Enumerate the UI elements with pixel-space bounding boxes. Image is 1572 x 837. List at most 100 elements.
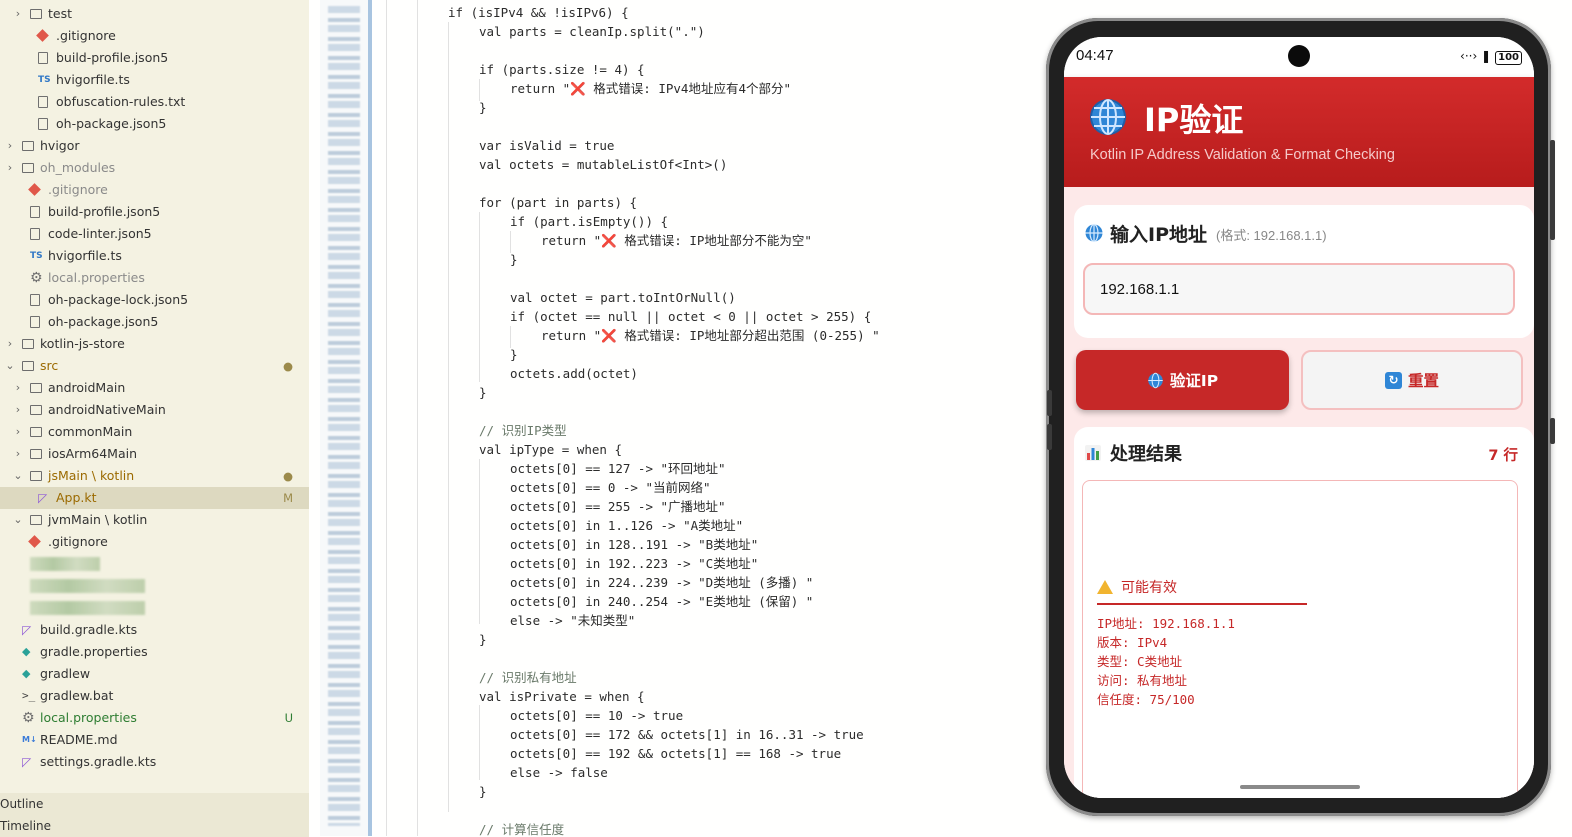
tree-item[interactable]: › commonMain — [0, 421, 309, 443]
folder-icon — [30, 427, 42, 437]
tree-item-label: .gitignore — [48, 182, 108, 197]
tree-item[interactable]: › hvigor — [0, 135, 309, 157]
result-title: 处理结果 — [1110, 444, 1182, 465]
tree-item[interactable]: .gitignore — [0, 179, 309, 201]
folder-icon — [30, 383, 42, 393]
tree-item-label: androidMain — [48, 380, 126, 395]
globe-icon — [1148, 372, 1163, 388]
result-line: 版本: IPv4 — [1097, 635, 1168, 650]
battery-icon: 100 — [1495, 51, 1522, 65]
git-status-badge: ● — [282, 359, 293, 373]
home-indicator[interactable] — [1240, 785, 1360, 789]
tree-item[interactable]: › kotlin-js-store — [0, 333, 309, 355]
tree-item[interactable]: oh-package.json5 — [0, 113, 309, 135]
tree-item[interactable]: › test — [0, 3, 309, 25]
tree-item-label: .gitignore — [56, 28, 116, 43]
reset-button[interactable]: ↻ 重置 — [1301, 350, 1523, 410]
code-line: return "❌ 格式错误: IPv4地址应有4个部分" — [510, 81, 792, 96]
elephant-icon: ◆ — [22, 667, 31, 680]
tree-item-label: kotlin-js-store — [40, 336, 125, 351]
code-line: octets[0] == 255 -> "广播地址" — [510, 499, 726, 514]
tree-item[interactable]: ⌄ jsMain \ kotlin ● — [0, 465, 309, 487]
tree-item[interactable]: oh-package-lock.json5 — [0, 289, 309, 311]
tree-item[interactable]: obfuscation-rules.txt — [0, 91, 309, 113]
tree-item[interactable]: ⚙ local.properties — [0, 267, 309, 289]
app-subtitle: Kotlin IP Address Validation & Format Ch… — [1090, 147, 1395, 163]
tree-item[interactable]: ⌄ src ● — [0, 355, 309, 377]
tree-item[interactable]: › androidNativeMain — [0, 399, 309, 421]
tree-item[interactable] — [0, 597, 309, 619]
tree-item[interactable]: ◆ gradlew — [0, 663, 309, 685]
tree-item[interactable]: ◸ settings.gradle.kts — [0, 751, 309, 773]
code-line: } — [479, 385, 487, 400]
chevron-down-icon[interactable]: ⌄ — [4, 355, 16, 377]
tree-item[interactable]: .gitignore — [0, 25, 309, 47]
indent-guide — [479, 459, 480, 624]
tree-item[interactable]: build-profile.json5 — [0, 201, 309, 223]
code-line: return "❌ 格式错误: IP地址部分超出范围 (0-255) " — [541, 328, 880, 343]
tree-item[interactable]: ◸ App.kt M — [0, 487, 309, 509]
minimap[interactable] — [320, 0, 372, 836]
ip-address-input[interactable] — [1083, 263, 1515, 315]
tree-item[interactable]: build-profile.json5 — [0, 47, 309, 69]
code-line: // 计算信任度 — [479, 822, 565, 836]
tree-item-label: oh-package-lock.json5 — [48, 292, 189, 307]
chevron-right-icon[interactable]: › — [12, 443, 24, 465]
phone-side-button — [1047, 390, 1052, 416]
tree-item-label: build.gradle.kts — [40, 622, 138, 637]
folder-icon — [22, 163, 34, 173]
code-line: octets.add(octet) — [510, 366, 638, 381]
chevron-right-icon[interactable]: › — [12, 399, 24, 421]
code-line: if (octet == null || octet < 0 || octet … — [510, 309, 872, 324]
code-line: return "❌ 格式错误: IP地址部分不能为空" — [541, 233, 812, 248]
chevron-right-icon[interactable]: › — [4, 333, 16, 355]
tree-item[interactable]: code-linter.json5 — [0, 223, 309, 245]
file-explorer: › test .gitignore build-profile.json5 TS hvig… — [0, 0, 309, 837]
validate-ip-button[interactable]: 验证IP — [1076, 350, 1289, 410]
tree-item[interactable]: › iosArm64Main — [0, 443, 309, 465]
code-line: } — [479, 784, 487, 799]
tree-item[interactable]: TS hvigorfile.ts — [0, 245, 309, 267]
code-line: octets[0] == 10 -> true — [510, 708, 684, 723]
indent-guide — [417, 0, 418, 836]
tree-item-label: gradlew.bat — [40, 688, 114, 703]
chevron-down-icon[interactable]: ⌄ — [12, 465, 24, 487]
kotlin-icon: ◸ — [38, 491, 48, 505]
tree-item[interactable]: oh-package.json5 — [0, 311, 309, 333]
file-icon — [30, 316, 40, 328]
tree-item[interactable]: ◆ gradle.properties — [0, 641, 309, 663]
tree-item[interactable]: › oh_modules — [0, 157, 309, 179]
tree-item[interactable]: M↓ README.md — [0, 729, 309, 751]
chevron-right-icon[interactable]: › — [4, 157, 16, 179]
kotlin-icon: ◸ — [22, 755, 32, 769]
chevron-right-icon[interactable]: › — [12, 421, 24, 443]
tree-item-label: oh_modules — [40, 160, 116, 175]
tree-item[interactable]: ⌄ jvmMain \ kotlin — [0, 509, 309, 531]
reset-button-label: 重置 — [1407, 372, 1439, 390]
outline-section[interactable]: Outline — [0, 793, 309, 815]
tree-item[interactable]: .gitignore — [0, 531, 309, 553]
chevron-right-icon[interactable]: › — [4, 135, 16, 157]
chevron-right-icon[interactable]: › — [12, 377, 24, 399]
chevron-down-icon[interactable]: ⌄ — [12, 509, 24, 531]
folder-icon — [22, 339, 34, 349]
tree-item[interactable]: › androidMain — [0, 377, 309, 399]
markdown-icon: M↓ — [22, 735, 37, 744]
tree-item[interactable] — [0, 575, 309, 597]
tree-item[interactable]: ◸ build.gradle.kts — [0, 619, 309, 641]
tree-item[interactable]: >_ gradlew.bat — [0, 685, 309, 707]
result-line: 信任度: 75/100 — [1097, 692, 1195, 707]
tree-item[interactable]: TS hvigorfile.ts — [0, 69, 309, 91]
tree-item[interactable]: ⚙ local.properties U — [0, 707, 309, 729]
timeline-section[interactable]: Timeline — [0, 815, 309, 837]
tree-item-label: build-profile.json5 — [56, 50, 169, 65]
input-card: 输入IP地址 (格式: 192.168.1.1) — [1074, 205, 1534, 338]
tree-item[interactable] — [0, 553, 309, 575]
git-icon — [28, 535, 41, 548]
kotlin-icon: ◸ — [22, 623, 32, 637]
code-line: val ipType = when { — [479, 442, 622, 457]
folder-icon — [30, 471, 42, 481]
code-editor[interactable]: if (isIPv4 && !isIPv6) {val parts = clea… — [372, 0, 1048, 836]
chevron-right-icon[interactable]: › — [12, 3, 24, 25]
blurred-item — [30, 579, 145, 593]
